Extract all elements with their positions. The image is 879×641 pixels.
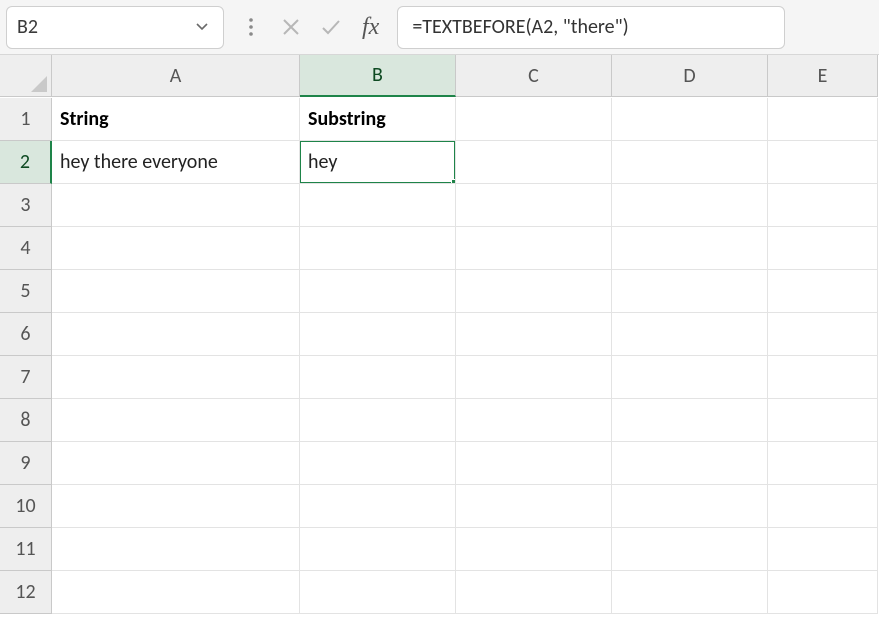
row-header-5[interactable]: 5 xyxy=(0,270,52,313)
cell-A10[interactable] xyxy=(52,485,300,528)
kebab-icon[interactable] xyxy=(238,14,264,40)
cell-E10[interactable] xyxy=(768,485,878,528)
column-header-D[interactable]: D xyxy=(612,55,768,97)
cell-C2[interactable] xyxy=(456,141,612,184)
cell-value: String xyxy=(60,107,109,131)
column-header-E[interactable]: E xyxy=(768,55,878,97)
cell-E5[interactable] xyxy=(768,270,878,313)
chevron-down-icon[interactable] xyxy=(191,19,213,35)
row-header-1[interactable]: 1 xyxy=(0,98,52,141)
cell-D7[interactable] xyxy=(612,356,768,399)
spreadsheet-grid[interactable]: ABCDE 1 String Substring 2 hey there everyone… xyxy=(0,55,879,614)
cell-A11[interactable] xyxy=(52,528,300,571)
cell-E11[interactable] xyxy=(768,528,878,571)
cell-D1[interactable] xyxy=(612,98,768,141)
cell-D8[interactable] xyxy=(612,399,768,442)
cell-A4[interactable] xyxy=(52,227,300,270)
cell-B8[interactable] xyxy=(300,399,456,442)
name-box-value: B2 xyxy=(17,15,191,39)
fx-icon[interactable]: fx xyxy=(358,14,383,41)
name-box[interactable]: B2 xyxy=(6,6,224,49)
cell-E8[interactable] xyxy=(768,399,878,442)
formula-value: =TEXTBEFORE(A2, "there") xyxy=(412,15,628,39)
cell-D10[interactable] xyxy=(612,485,768,528)
cell-D3[interactable] xyxy=(612,184,768,227)
cell-D9[interactable] xyxy=(612,442,768,485)
row-header-4[interactable]: 4 xyxy=(0,227,52,270)
cell-E6[interactable] xyxy=(768,313,878,356)
cell-D6[interactable] xyxy=(612,313,768,356)
cell-E12[interactable] xyxy=(768,571,878,614)
cell-A6[interactable] xyxy=(52,313,300,356)
cell-D11[interactable] xyxy=(612,528,768,571)
column-header-B[interactable]: B xyxy=(300,55,456,97)
cell-E2[interactable] xyxy=(768,141,878,184)
cell-E9[interactable] xyxy=(768,442,878,485)
row-header-6[interactable]: 6 xyxy=(0,313,52,356)
cell-value: hey xyxy=(308,150,337,174)
cell-E1[interactable] xyxy=(768,98,878,141)
cell-A2[interactable]: hey there everyone xyxy=(52,141,300,184)
cell-D12[interactable] xyxy=(612,571,768,614)
cell-A12[interactable] xyxy=(52,571,300,614)
formula-bar: B2 fx =TEXTBEFORE(A2, "there") xyxy=(0,0,879,55)
cell-B3[interactable] xyxy=(300,184,456,227)
cell-A7[interactable] xyxy=(52,356,300,399)
cell-B10[interactable] xyxy=(300,485,456,528)
row-header-7[interactable]: 7 xyxy=(0,356,52,399)
cell-B1[interactable]: Substring xyxy=(300,98,456,141)
row-header-11[interactable]: 11 xyxy=(0,528,52,571)
cell-B9[interactable] xyxy=(300,442,456,485)
cell-C10[interactable] xyxy=(456,485,612,528)
row-header-2[interactable]: 2 xyxy=(0,141,52,184)
cancel-x-icon[interactable] xyxy=(278,14,304,40)
cell-E7[interactable] xyxy=(768,356,878,399)
cell-A9[interactable] xyxy=(52,442,300,485)
cell-B5[interactable] xyxy=(300,270,456,313)
row-header-10[interactable]: 10 xyxy=(0,485,52,528)
cell-D4[interactable] xyxy=(612,227,768,270)
cell-B7[interactable] xyxy=(300,356,456,399)
select-all-corner[interactable] xyxy=(0,55,52,97)
cell-A3[interactable] xyxy=(52,184,300,227)
cell-B4[interactable] xyxy=(300,227,456,270)
cell-E3[interactable] xyxy=(768,184,878,227)
cell-A8[interactable] xyxy=(52,399,300,442)
cell-A5[interactable] xyxy=(52,270,300,313)
cell-E4[interactable] xyxy=(768,227,878,270)
row-header-9[interactable]: 9 xyxy=(0,442,52,485)
column-header-C[interactable]: C xyxy=(456,55,612,97)
row-header-12[interactable]: 12 xyxy=(0,571,52,614)
formula-input[interactable]: =TEXTBEFORE(A2, "there") xyxy=(397,6,785,49)
cell-B12[interactable] xyxy=(300,571,456,614)
column-header-A[interactable]: A xyxy=(52,55,300,97)
cell-B2[interactable]: hey xyxy=(300,141,456,184)
cell-C9[interactable] xyxy=(456,442,612,485)
cell-C4[interactable] xyxy=(456,227,612,270)
cell-D2[interactable] xyxy=(612,141,768,184)
cell-C12[interactable] xyxy=(456,571,612,614)
row-header-8[interactable]: 8 xyxy=(0,399,52,442)
cell-C7[interactable] xyxy=(456,356,612,399)
cell-value: Substring xyxy=(308,107,386,131)
cell-C8[interactable] xyxy=(456,399,612,442)
enter-check-icon[interactable] xyxy=(318,14,344,40)
fill-handle[interactable] xyxy=(451,179,456,184)
cell-C11[interactable] xyxy=(456,528,612,571)
row-header-3[interactable]: 3 xyxy=(0,184,52,227)
cell-B11[interactable] xyxy=(300,528,456,571)
cell-C1[interactable] xyxy=(456,98,612,141)
cell-B6[interactable] xyxy=(300,313,456,356)
cell-D5[interactable] xyxy=(612,270,768,313)
cell-value: hey there everyone xyxy=(60,150,218,174)
cell-C6[interactable] xyxy=(456,313,612,356)
formula-bar-tools: fx xyxy=(230,14,391,41)
cell-C5[interactable] xyxy=(456,270,612,313)
cell-C3[interactable] xyxy=(456,184,612,227)
cell-A1[interactable]: String xyxy=(52,98,300,141)
